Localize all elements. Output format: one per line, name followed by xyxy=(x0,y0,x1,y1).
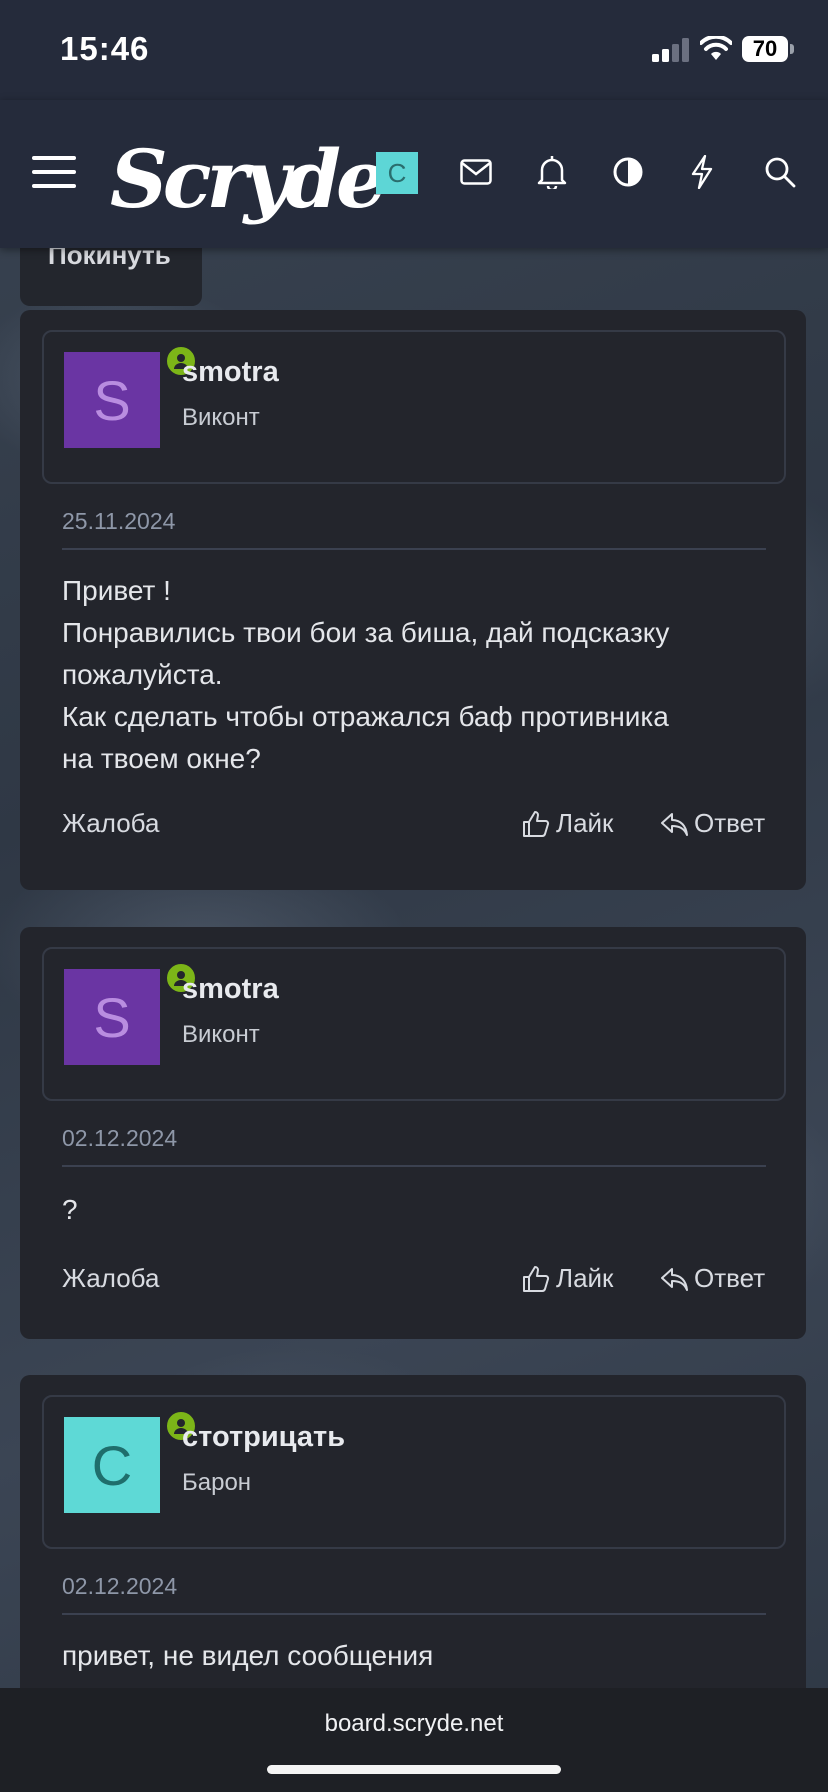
author-rank: Барон xyxy=(182,1469,252,1496)
author-rank: Виконт xyxy=(182,404,260,431)
post-line: пожалуйста. xyxy=(62,659,223,690)
avatar[interactable]: S xyxy=(64,969,160,1065)
post-body: ? xyxy=(62,1189,762,1231)
status-time: 15:46 xyxy=(60,30,150,67)
author-rank: Виконт xyxy=(182,1021,260,1048)
status-bar: 15:46 70 xyxy=(0,0,828,100)
menu-icon[interactable] xyxy=(32,150,76,194)
post-line: на твоем окне? xyxy=(62,743,261,774)
reply-icon xyxy=(661,1267,688,1291)
author-username[interactable]: smotra xyxy=(182,356,279,389)
like-button[interactable]: Лайк xyxy=(522,1263,613,1294)
wifi-icon xyxy=(699,34,733,67)
site-logo[interactable]: Scryde xyxy=(110,132,387,226)
reply-icon xyxy=(661,812,688,836)
cellular-signal-icon xyxy=(652,38,692,67)
post-line: привет, не видел сообщения xyxy=(62,1640,434,1671)
post-card: С стотрицать Барон 02.12.2024 привет, не… xyxy=(20,1375,806,1705)
report-label: Жалоба xyxy=(62,808,160,838)
post-date[interactable]: 02.12.2024 xyxy=(62,1125,177,1152)
post-body: привет, не видел сообщения xyxy=(62,1635,762,1677)
author-username[interactable]: стотрицать xyxy=(182,1421,345,1454)
address-bar[interactable]: board.scryde.net xyxy=(0,1710,828,1738)
post-actions: Жалоба Лайк Ответ xyxy=(62,808,784,848)
battery-indicator: 70 xyxy=(742,36,788,62)
browser-bottom-bar: board.scryde.net xyxy=(0,1688,828,1792)
user-avatar-button[interactable]: C xyxy=(376,152,418,194)
reply-button[interactable]: Ответ xyxy=(660,1263,765,1294)
post-date[interactable]: 25.11.2024 xyxy=(62,508,175,535)
post-line: Привет ! xyxy=(62,575,171,606)
report-button[interactable]: Жалоба xyxy=(62,1263,159,1294)
post-actions: Жалоба Лайк Ответ xyxy=(62,1263,784,1303)
reply-label: Ответ xyxy=(694,1263,766,1293)
author-username[interactable]: smotra xyxy=(182,973,279,1006)
thumbs-up-icon xyxy=(523,810,550,837)
post-author-box: S smotra Виконт xyxy=(42,330,786,484)
post-card: S smotra Виконт 02.12.2024 ? Жалоба Лайк… xyxy=(20,927,806,1339)
post-author-box: С стотрицать Барон xyxy=(42,1395,786,1549)
divider xyxy=(62,1613,766,1615)
like-button[interactable]: Лайк xyxy=(522,808,613,839)
post-line: Понравились твои бои за биша, дай подска… xyxy=(62,617,670,648)
post-card: S smotra Виконт 25.11.2024 Привет ! Понр… xyxy=(20,310,806,890)
like-label: Лайк xyxy=(556,1263,614,1293)
top-navigation: Scryde C xyxy=(0,100,828,248)
report-button[interactable]: Жалоба xyxy=(62,808,159,839)
post-body: Привет ! Понравились твои бои за биша, д… xyxy=(62,570,762,780)
divider xyxy=(62,548,766,550)
battery-cap xyxy=(790,44,794,54)
post-author-box: S smotra Виконт xyxy=(42,947,786,1101)
post-line: ? xyxy=(62,1194,78,1225)
report-label: Жалоба xyxy=(62,1263,160,1293)
mail-icon[interactable] xyxy=(454,150,498,194)
reply-button[interactable]: Ответ xyxy=(660,808,765,839)
avatar[interactable]: S xyxy=(64,352,160,448)
post-line: Как сделать чтобы отражался баф противни… xyxy=(62,701,669,732)
thumbs-up-icon xyxy=(523,1265,550,1292)
search-icon[interactable] xyxy=(758,150,802,194)
avatar[interactable]: С xyxy=(64,1417,160,1513)
reply-label: Ответ xyxy=(694,808,766,838)
theme-toggle-icon[interactable] xyxy=(606,150,650,194)
post-date[interactable]: 02.12.2024 xyxy=(62,1573,177,1600)
bell-icon[interactable] xyxy=(530,150,574,194)
lightning-icon[interactable] xyxy=(680,150,724,194)
like-label: Лайк xyxy=(556,808,614,838)
home-indicator[interactable] xyxy=(267,1765,561,1774)
divider xyxy=(62,1165,766,1167)
